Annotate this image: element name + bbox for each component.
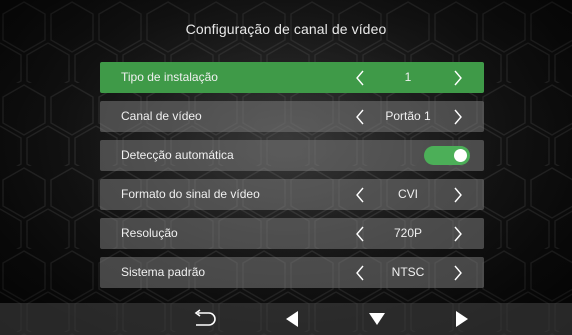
chevron-right-icon[interactable]: [449, 257, 467, 288]
setting-row-resolution[interactable]: Resolução 720P: [100, 218, 484, 249]
left-triangle-icon[interactable]: [272, 303, 312, 335]
page-title: Configuração de canal de vídeo: [185, 21, 387, 37]
auto-detection-toggle[interactable]: [424, 146, 470, 165]
setting-label: Formato do sinal de vídeo: [121, 187, 260, 201]
setting-value: Portão 1: [385, 109, 431, 123]
settings-list: Tipo de instalação 1 Canal de vídeo Port…: [100, 62, 484, 296]
setting-value: CVI: [397, 187, 418, 201]
chevron-left-icon[interactable]: [351, 257, 369, 288]
setting-row-video-channel[interactable]: Canal de vídeo Portão 1: [100, 101, 484, 132]
chevron-left-icon[interactable]: [351, 62, 369, 93]
setting-row-video-signal-format[interactable]: Formato do sinal de vídeo CVI: [100, 179, 484, 210]
chevron-left-icon[interactable]: [351, 179, 369, 210]
setting-label: Canal de vídeo: [121, 109, 202, 123]
chevron-right-icon[interactable]: [449, 179, 467, 210]
setting-row-standard-system[interactable]: Sistema padrão NTSC: [100, 257, 484, 288]
chevron-left-icon[interactable]: [351, 218, 369, 249]
toggle-knob: [454, 149, 467, 162]
chevron-right-icon[interactable]: [449, 101, 467, 132]
right-triangle-icon[interactable]: [442, 303, 482, 335]
down-triangle-icon[interactable]: [357, 303, 397, 335]
chevron-right-icon[interactable]: [449, 218, 467, 249]
setting-row-installation-type[interactable]: Tipo de instalação 1: [100, 62, 484, 93]
setting-label: Detecção automática: [121, 148, 234, 162]
setting-label: Sistema padrão: [121, 265, 206, 279]
settings-screen: Configuração de canal de vídeo Tipo de i…: [0, 0, 572, 335]
setting-label: Tipo de instalação: [121, 70, 218, 84]
setting-label: Resolução: [121, 226, 178, 240]
setting-value: NTSC: [391, 265, 425, 279]
back-return-icon[interactable]: [185, 303, 225, 335]
bottom-nav-bar: [0, 303, 572, 335]
setting-value: 720P: [393, 226, 423, 240]
setting-row-auto-detection[interactable]: Detecção automática: [100, 140, 484, 171]
chevron-right-icon[interactable]: [449, 62, 467, 93]
setting-value: 1: [404, 70, 412, 84]
chevron-left-icon[interactable]: [351, 101, 369, 132]
